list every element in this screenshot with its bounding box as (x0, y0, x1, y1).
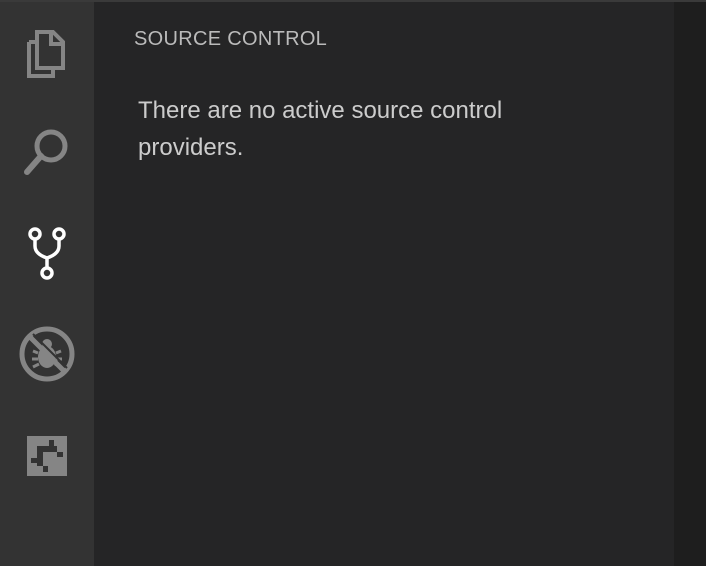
sidebar-title: SOURCE CONTROL (134, 28, 328, 50)
empty-state-message: There are no active source control provi… (138, 97, 503, 161)
editor-area (674, 2, 706, 566)
source-control-sidebar: SOURCE CONTROL There are no active sourc… (94, 2, 674, 566)
activity-extensions-button[interactable] (0, 416, 94, 496)
extensions-icon (23, 432, 71, 480)
app-window: SOURCE CONTROL There are no active sourc… (0, 0, 706, 566)
activity-explorer-button[interactable] (0, 14, 94, 94)
activity-debug-button[interactable] (0, 314, 94, 394)
activity-bar (0, 2, 94, 566)
activity-source-control-button[interactable] (0, 214, 94, 294)
source-control-icon (25, 226, 69, 282)
activity-search-button[interactable] (0, 112, 94, 192)
explorer-files-icon (23, 28, 71, 80)
debug-disabled-icon (18, 325, 76, 383)
search-icon (21, 126, 73, 178)
